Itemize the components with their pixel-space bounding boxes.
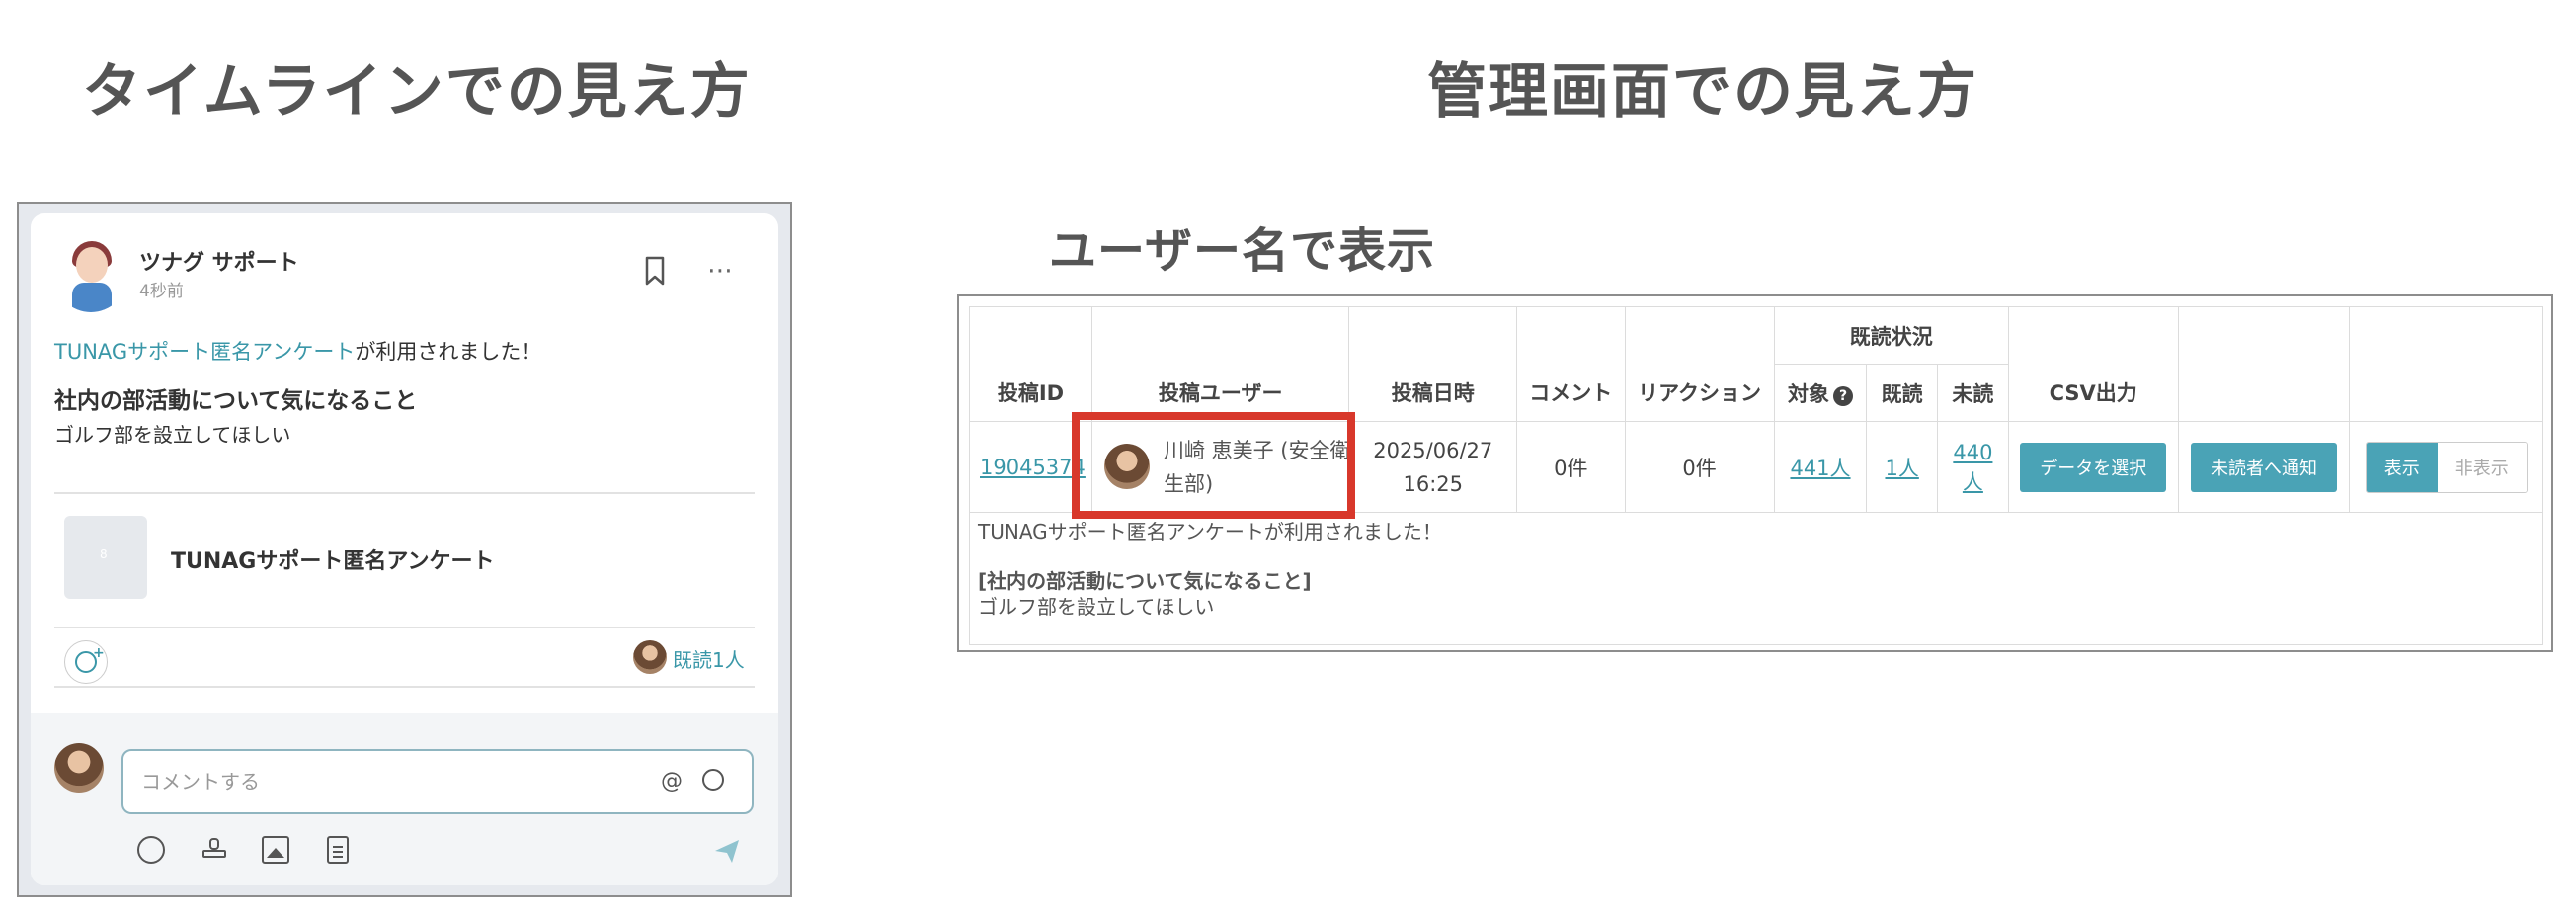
read-cell: 1人 xyxy=(1866,421,1938,513)
col-notify xyxy=(2177,306,2351,422)
post-id-link[interactable]: 19045374 xyxy=(980,456,1086,479)
divider xyxy=(54,686,755,688)
add-reaction-button[interactable]: + xyxy=(64,640,108,684)
unread-count-link[interactable]: 440 人 xyxy=(1953,441,1992,494)
comment-count: 0件 xyxy=(1516,421,1626,513)
admin-subheading: ユーザー名で表示 xyxy=(1049,223,1436,279)
help-icon[interactable]: ? xyxy=(1833,385,1853,406)
post-content-title: [社内の部活動について気になること] xyxy=(978,569,1312,593)
post-content-cell: TUNAGサポート匿名アンケートが利用されました！ [社内の部活動について気にな… xyxy=(969,512,2543,645)
bookmark-icon[interactable] xyxy=(641,255,669,287)
target-count-link[interactable]: 441人 xyxy=(1790,457,1850,480)
stamp-icon[interactable] xyxy=(201,836,228,864)
post-date-cell: 2025/06/27 16:25 xyxy=(1348,421,1518,513)
timeline-post-card: ツナグ サポート 4秒前 ⋯ TUNAGサポート匿名アンケートが利用されました！… xyxy=(31,213,778,885)
current-user-avatar xyxy=(54,743,104,793)
image-icon[interactable] xyxy=(262,836,289,864)
post-title: 社内の部活動について気になること xyxy=(54,388,418,414)
survey-thumbnail[interactable]: 8 xyxy=(64,516,147,599)
divider xyxy=(54,627,755,628)
post-content-row: TUNAGサポート匿名アンケートが利用されました！ [社内の部活動について気にな… xyxy=(969,512,2543,645)
support-avatar[interactable] xyxy=(54,239,127,312)
post-content-line: TUNAGサポート匿名アンケートが利用されました！ xyxy=(978,520,1442,543)
post-timestamp: 4秒前 xyxy=(139,282,184,301)
col-post-id: 投稿ID xyxy=(969,306,1092,422)
divider xyxy=(54,492,755,494)
target-cell: 441人 xyxy=(1773,421,1868,513)
post-date: 2025/06/27 xyxy=(1373,438,1493,462)
survey-thumbnail-mark: 8 xyxy=(100,547,108,561)
comment-input[interactable]: コメントする xyxy=(121,749,754,814)
csv-cell: データを選択 xyxy=(2007,421,2179,513)
select-data-button[interactable]: データを選択 xyxy=(2020,442,2167,492)
post-time: 16:25 xyxy=(1403,471,1464,496)
read-count-link[interactable]: 既読1人 xyxy=(673,644,745,673)
survey-attachment-name[interactable]: TUNAGサポート匿名アンケート xyxy=(171,543,495,575)
send-icon[interactable] xyxy=(712,836,742,866)
col-read-status: 既読状況 xyxy=(1773,306,2009,365)
col-read: 既読 xyxy=(1866,364,1938,422)
col-post-date: 投稿日時 xyxy=(1348,306,1518,422)
reader-avatar[interactable] xyxy=(633,640,667,674)
visibility-cell: 表示 非表示 xyxy=(2349,421,2543,513)
file-icon[interactable] xyxy=(327,836,349,864)
visibility-toggle[interactable]: 表示 非表示 xyxy=(2365,441,2528,493)
col-comment: コメント xyxy=(1516,306,1626,422)
post-author-name[interactable]: ツナグ サポート xyxy=(139,245,299,277)
mention-icon[interactable]: @ xyxy=(661,769,683,794)
show-button[interactable]: 表示 xyxy=(2366,442,2438,492)
reaction-count: 0件 xyxy=(1624,421,1775,513)
col-unread: 未読 xyxy=(1937,364,2009,422)
unread-cell: 440 人 xyxy=(1937,421,2009,513)
post-announcement: TUNAGサポート匿名アンケートが利用されました！ xyxy=(54,336,541,366)
notify-cell: 未読者へ通知 xyxy=(2177,421,2351,513)
col-post-user: 投稿ユーザー xyxy=(1090,306,1350,422)
timeline-screenshot-frame: ツナグ サポート 4秒前 ⋯ TUNAGサポート匿名アンケートが利用されました！… xyxy=(17,202,792,897)
more-options-icon[interactable]: ⋯ xyxy=(702,257,738,285)
col-reaction: リアクション xyxy=(1624,306,1775,422)
announcement-suffix: が利用されました！ xyxy=(355,340,542,364)
post-body: ゴルフ部を設立してほしい xyxy=(54,423,291,447)
post-content-body: ゴルフ部を設立してほしい xyxy=(978,595,1215,619)
hide-button[interactable]: 非表示 xyxy=(2437,442,2527,492)
notify-unread-button[interactable]: 未読者へ通知 xyxy=(2191,442,2338,492)
read-count-link[interactable]: 1人 xyxy=(1885,457,1918,480)
survey-link[interactable]: TUNAGサポート匿名アンケート xyxy=(54,340,355,364)
col-target: 対象? xyxy=(1773,364,1868,422)
col-visibility xyxy=(2349,306,2543,422)
emoji-icon[interactable] xyxy=(137,836,165,864)
comment-composer: コメントする @ xyxy=(31,713,778,885)
timeline-view-heading: タイムラインでの見え方 xyxy=(82,57,752,126)
user-name-highlight xyxy=(1072,412,1355,519)
comment-emoji-icon[interactable] xyxy=(702,769,724,791)
col-csv: CSV出力 xyxy=(2007,306,2179,422)
admin-view-heading: 管理画面での見え方 xyxy=(1427,57,1978,126)
